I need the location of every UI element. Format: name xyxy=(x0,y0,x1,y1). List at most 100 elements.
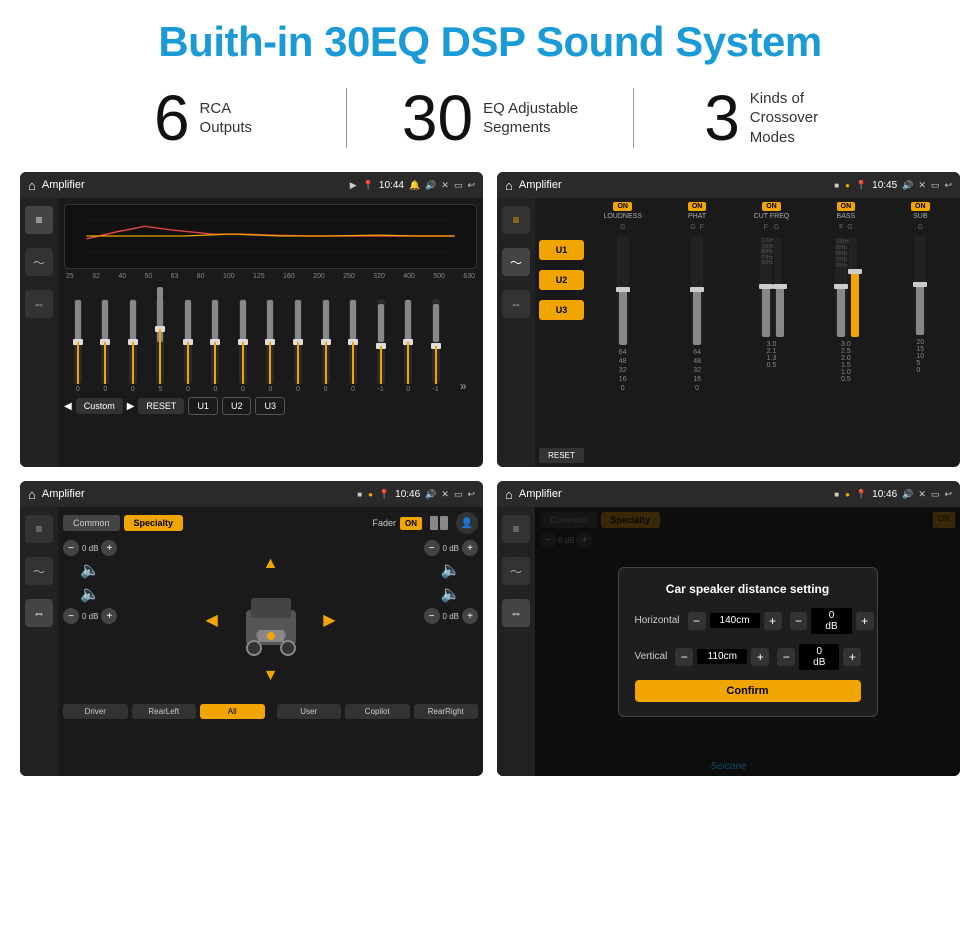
phat-on[interactable]: ON xyxy=(688,202,707,211)
home-icon-4[interactable]: ⌂ xyxy=(505,487,513,502)
wave-icon-3[interactable]: 〜 xyxy=(25,557,53,585)
loudness-on[interactable]: ON xyxy=(613,202,632,211)
vertical-plus[interactable]: + xyxy=(751,648,769,666)
loudness-slider[interactable] xyxy=(617,235,629,345)
u1-button[interactable]: U1 xyxy=(188,397,218,415)
home-icon-3[interactable]: ⌂ xyxy=(28,487,36,502)
specialty-tab[interactable]: Specialty xyxy=(124,515,184,531)
u3-button[interactable]: U3 xyxy=(255,397,285,415)
dot-icon: ● xyxy=(845,181,850,190)
right-db-plus-2[interactable]: + xyxy=(843,648,861,666)
u3-btn[interactable]: U3 xyxy=(539,300,584,320)
home-icon-2[interactable]: ⌂ xyxy=(505,178,513,193)
eq-slider-0[interactable]: 0 xyxy=(66,299,90,393)
fader-up-arrow[interactable]: ▲ xyxy=(263,555,279,573)
back-icon-2[interactable]: ↩ xyxy=(944,180,952,191)
eq-slider-9[interactable]: 0 xyxy=(314,299,338,393)
prev-icon[interactable]: ◀ xyxy=(64,401,72,412)
next-icon[interactable]: ▶ xyxy=(127,401,135,412)
eq-slider-11[interactable]: -1 xyxy=(369,299,393,393)
stat-crossover-label: Kinds ofCrossover Modes xyxy=(750,89,850,148)
eq-slider-expand[interactable]: » xyxy=(451,379,475,393)
back-icon[interactable]: ↩ xyxy=(467,180,475,191)
common-tab[interactable]: Common xyxy=(63,515,120,531)
custom-button[interactable]: Custom xyxy=(76,398,123,414)
fader-down-arrow[interactable]: ▼ xyxy=(263,667,279,685)
phat-slider[interactable] xyxy=(691,235,703,345)
arrows-icon-2[interactable]: ⇔ xyxy=(502,290,530,318)
left-plus-2[interactable]: + xyxy=(101,608,117,624)
rearleft-btn[interactable]: RearLeft xyxy=(132,704,197,719)
eq-slider-3[interactable]: 5 xyxy=(149,299,173,393)
minimize-icon[interactable]: ▭ xyxy=(454,180,463,191)
copilot-btn[interactable]: Copilot xyxy=(345,704,410,719)
eq-slider-10[interactable]: 0 xyxy=(341,299,365,393)
rearright-btn[interactable]: RearRight xyxy=(414,704,479,719)
fader-right-arrow[interactable]: ▶ xyxy=(323,610,335,630)
horizontal-minus[interactable]: − xyxy=(688,612,706,630)
close-icon-2[interactable]: ✕ xyxy=(918,180,926,191)
user-btn[interactable]: User xyxy=(277,704,342,719)
minimize-icon-4[interactable]: ▭ xyxy=(931,489,940,500)
u2-button[interactable]: U2 xyxy=(222,397,252,415)
bass-slider1[interactable]: 100Hz90Hz80Hz70Hz60Hz xyxy=(835,237,847,337)
wave-icon-4[interactable]: 〜 xyxy=(502,557,530,585)
eq-slider-12[interactable]: 0 xyxy=(396,299,420,393)
right-minus-1[interactable]: − xyxy=(424,540,440,556)
bass-slider2[interactable] xyxy=(849,237,857,337)
right-db-plus-1[interactable]: + xyxy=(856,612,874,630)
fader-on-badge[interactable]: ON xyxy=(400,517,422,530)
wave-icon-2[interactable]: 〜 xyxy=(502,248,530,276)
sub-slider[interactable] xyxy=(914,235,926,335)
cutfreq-slider2[interactable] xyxy=(774,237,782,337)
amp2-reset[interactable]: RESET xyxy=(539,448,584,463)
right-minus-2[interactable]: − xyxy=(424,608,440,624)
back-icon-4[interactable]: ↩ xyxy=(944,489,952,500)
right-db-minus-1[interactable]: − xyxy=(790,612,808,630)
left-minus-2[interactable]: − xyxy=(63,608,79,624)
close-icon[interactable]: ✕ xyxy=(441,180,449,191)
eq-icon[interactable]: ≡ xyxy=(25,206,53,234)
eq-slider-5[interactable]: 0 xyxy=(204,299,228,393)
left-plus-1[interactable]: + xyxy=(101,540,117,556)
minimize-icon-2[interactable]: ▭ xyxy=(931,180,940,191)
confirm-button[interactable]: Confirm xyxy=(635,680,861,702)
u2-btn[interactable]: U2 xyxy=(539,270,584,290)
vertical-minus[interactable]: − xyxy=(675,648,693,666)
eq-slider-8[interactable]: 0 xyxy=(286,299,310,393)
arrows-icon[interactable]: ⇔ xyxy=(25,290,53,318)
profile-icon[interactable]: 👤 xyxy=(456,512,478,534)
horizontal-plus[interactable]: + xyxy=(764,612,782,630)
right-plus-1[interactable]: + xyxy=(462,540,478,556)
eq-slider-2[interactable]: 0 xyxy=(121,299,145,393)
fader-left-arrow[interactable]: ◀ xyxy=(206,610,218,630)
cutfreq-slider1[interactable]: 120Hz100Hz80Hz70Hz60Hz xyxy=(760,237,772,337)
arrows-icon-3[interactable]: ⇔ xyxy=(25,599,53,627)
minimize-icon-3[interactable]: ▭ xyxy=(454,489,463,500)
back-icon-3[interactable]: ↩ xyxy=(467,489,475,500)
eq-slider-4[interactable]: 0 xyxy=(176,299,200,393)
left-minus-1[interactable]: − xyxy=(63,540,79,556)
u1-btn[interactable]: U1 xyxy=(539,240,584,260)
driver-btn[interactable]: Driver xyxy=(63,704,128,719)
reset-button[interactable]: RESET xyxy=(138,398,184,414)
home-icon[interactable]: ⌂ xyxy=(28,178,36,193)
eq-slider-1[interactable]: 0 xyxy=(94,299,118,393)
eq-slider-6[interactable]: 0 xyxy=(231,299,255,393)
wave-icon[interactable]: 〜 xyxy=(25,248,53,276)
cutfreq-on[interactable]: ON xyxy=(762,202,781,211)
sub-on[interactable]: ON xyxy=(911,202,930,211)
close-icon-4[interactable]: ✕ xyxy=(918,489,926,500)
right-db-minus-2[interactable]: − xyxy=(777,648,795,666)
eq-icon-4[interactable]: ≡ xyxy=(502,515,530,543)
eq-slider-7[interactable]: 0 xyxy=(259,299,283,393)
bass-on[interactable]: ON xyxy=(837,202,856,211)
eq-icon-2[interactable]: ≡ xyxy=(502,206,530,234)
all-btn[interactable]: All xyxy=(200,704,265,719)
channel-sub: ON SUB G 20151050 xyxy=(885,202,956,463)
eq-slider-13[interactable]: -1 xyxy=(424,299,448,393)
right-plus-2[interactable]: + xyxy=(462,608,478,624)
arrows-icon-4[interactable]: ⇔ xyxy=(502,599,530,627)
eq-icon-3[interactable]: ≡ xyxy=(25,515,53,543)
close-icon-3[interactable]: ✕ xyxy=(441,489,449,500)
